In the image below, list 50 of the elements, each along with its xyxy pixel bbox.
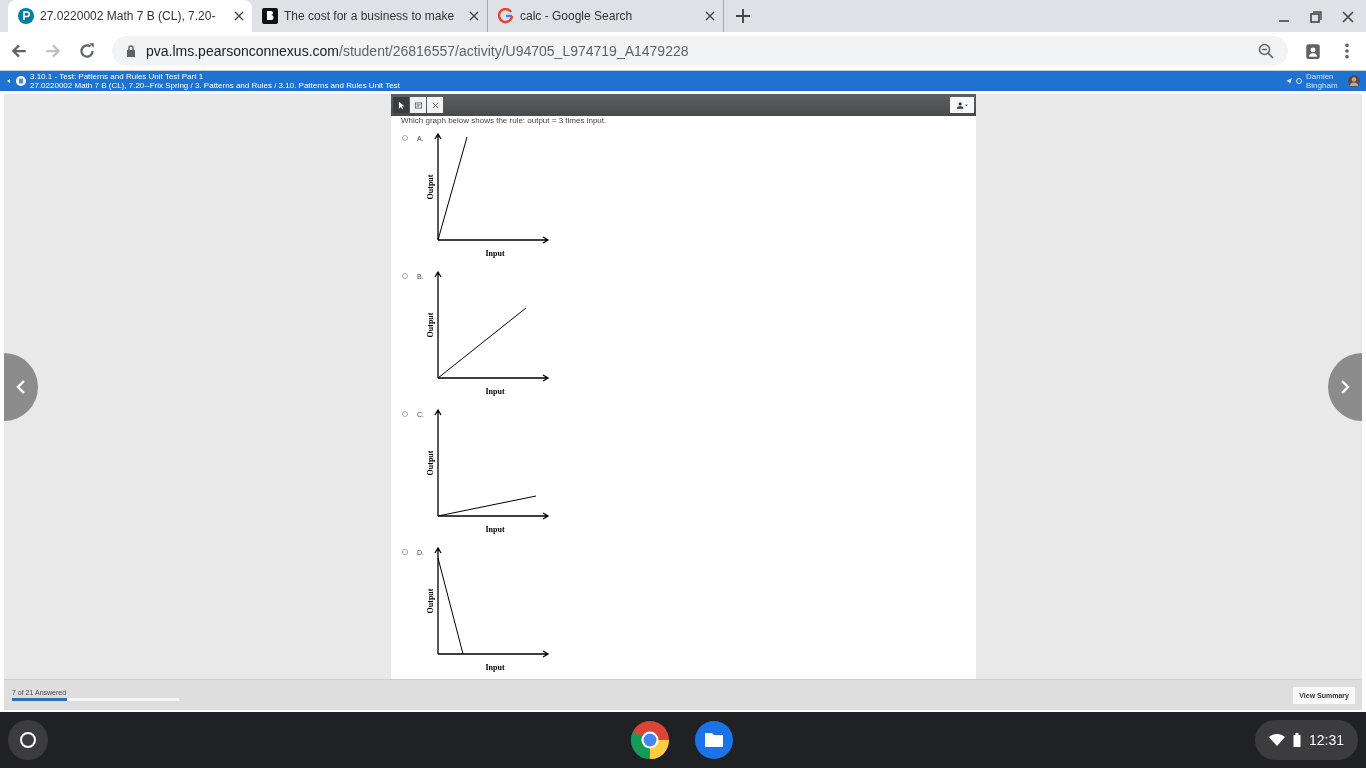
files-icon[interactable] bbox=[694, 720, 734, 760]
axis-label: Output bbox=[426, 450, 435, 476]
cross-icon bbox=[430, 100, 440, 110]
account-menu-button[interactable] bbox=[950, 97, 974, 113]
close-icon[interactable] bbox=[1342, 11, 1354, 23]
url-text: pva.lms.pearsonconnexus.com/student/26816557/activity/U94705_L974719_A1479228 bbox=[146, 43, 690, 59]
b-logo-icon bbox=[262, 8, 278, 24]
status-tray[interactable]: 12:31 bbox=[1254, 720, 1358, 760]
close-icon[interactable] bbox=[469, 11, 479, 21]
wifi-icon bbox=[1268, 734, 1285, 746]
back-icon[interactable] bbox=[10, 42, 28, 60]
chevron-left-icon bbox=[16, 378, 26, 395]
profile-icon[interactable] bbox=[1304, 42, 1322, 60]
restore-icon[interactable] bbox=[1310, 11, 1322, 23]
axis-label: Output bbox=[426, 312, 435, 338]
back-icon[interactable] bbox=[6, 78, 12, 84]
tool-button[interactable] bbox=[427, 97, 443, 113]
user-caret-icon bbox=[956, 101, 968, 109]
p-logo-icon bbox=[18, 8, 34, 24]
send-icon[interactable] bbox=[1286, 78, 1292, 84]
help-icon[interactable] bbox=[1296, 78, 1302, 84]
new-tab-icon[interactable] bbox=[736, 9, 750, 23]
question-text: Which graph below shows the rule: output = 3 times input. bbox=[401, 116, 608, 126]
axis-label: Input bbox=[485, 663, 505, 672]
pointer-icon bbox=[396, 100, 406, 110]
activity-icon bbox=[16, 76, 26, 86]
axis-label: Output bbox=[426, 174, 435, 200]
close-icon[interactable] bbox=[234, 11, 244, 21]
tool-button[interactable] bbox=[393, 97, 409, 113]
clock-time: 12:31 bbox=[1308, 732, 1344, 748]
user-name[interactable]: Damien Bingham bbox=[1306, 72, 1344, 90]
g-logo-icon bbox=[498, 8, 514, 24]
address-field[interactable]: pva.lms.pearsonconnexus.com/student/26816557/activity/U94705_L974719_A1479228 bbox=[112, 36, 1288, 66]
note-icon bbox=[413, 100, 423, 110]
breadcrumb: 27.0220002 Math 7 B (CL), 7.20--Frix Spring / 3. Patterns and Rules / 3.10. Patterns and Rules Unit Test bbox=[30, 81, 400, 90]
axis-label: Input bbox=[485, 249, 505, 258]
axis-label: Output bbox=[426, 588, 435, 614]
reload-icon[interactable] bbox=[78, 42, 96, 60]
launcher-button[interactable] bbox=[8, 720, 48, 760]
lock-icon bbox=[126, 45, 136, 57]
chevron-right-icon bbox=[1340, 378, 1350, 395]
close-icon[interactable] bbox=[705, 11, 715, 21]
axis-label: Input bbox=[485, 387, 505, 396]
battery-icon bbox=[1292, 733, 1301, 747]
chrome-icon[interactable] bbox=[630, 720, 670, 760]
avatar-icon[interactable] bbox=[1348, 75, 1360, 87]
browser-tab[interactable]: 27.0220002 Math 7 B (CL), 7.20- bbox=[8, 0, 252, 32]
axis-label: Input bbox=[485, 525, 505, 534]
zoom-icon[interactable] bbox=[1258, 43, 1274, 59]
activity-title: 3.10.1 - Test: Patterns and Rules Unit Test Part 1 bbox=[30, 72, 205, 81]
